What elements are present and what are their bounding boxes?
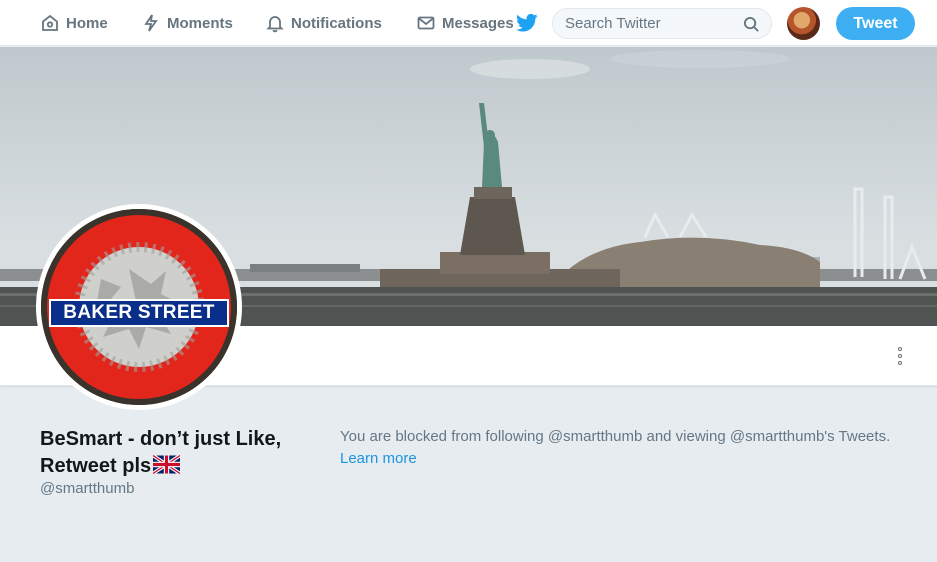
nav-messages-label: Messages <box>442 14 514 32</box>
uk-flag-icon <box>153 455 181 474</box>
search-input[interactable] <box>565 15 735 32</box>
twitter-bird-icon[interactable] <box>516 13 538 33</box>
search-icon[interactable] <box>743 16 760 33</box>
top-navigation-bar: Home Moments Notifications Messages Twee… <box>0 0 937 46</box>
more-icon[interactable] <box>890 343 910 369</box>
nav-home[interactable]: Home <box>40 0 108 46</box>
nav-notifications-label: Notifications <box>291 14 382 32</box>
blocked-notice: You are blocked from following @smartthu… <box>340 426 900 470</box>
account-avatar[interactable] <box>787 7 820 40</box>
nav-notifications[interactable]: Notifications <box>265 0 382 46</box>
baker-street-sign: BAKER STREET <box>49 299 229 327</box>
profile-name[interactable]: BeSmart - don’t just Like, Retweet pls <box>40 426 310 480</box>
nav-messages[interactable]: Messages <box>416 0 514 46</box>
baker-street-roundel-image: BAKER STREET <box>41 209 237 405</box>
tweet-button[interactable]: Tweet <box>836 7 915 40</box>
blocked-message: You are blocked from following @smartthu… <box>340 428 891 445</box>
nav-home-label: Home <box>66 14 108 32</box>
home-icon <box>42 14 58 31</box>
profile-avatar[interactable]: BAKER STREET <box>36 204 242 410</box>
bell-icon <box>266 16 284 33</box>
profile-handle[interactable]: @smartthumb <box>40 480 134 497</box>
nav-moments-label: Moments <box>167 14 233 32</box>
nav-moments[interactable]: Moments <box>141 0 233 46</box>
search-box <box>552 8 772 39</box>
learn-more-link[interactable]: Learn more <box>340 450 417 467</box>
lightning-icon <box>144 14 158 32</box>
envelope-icon <box>417 16 435 30</box>
